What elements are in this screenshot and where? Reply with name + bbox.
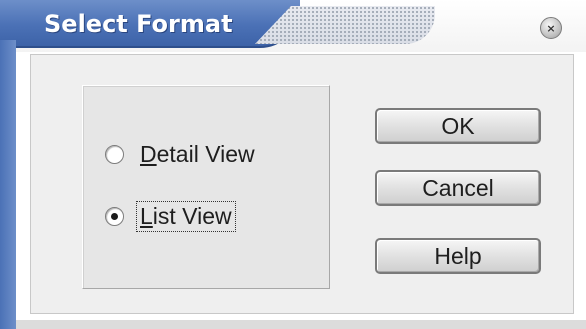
- window-title: Select Format: [44, 10, 233, 38]
- side-accent: [0, 40, 16, 329]
- detail-view-label[interactable]: Detail View: [138, 141, 257, 168]
- select-format-dialog: Select Format × Detail View List View OK…: [0, 0, 586, 329]
- list-view-label[interactable]: List View: [136, 200, 236, 232]
- title-bar[interactable]: Select Format ×: [0, 0, 586, 52]
- ok-button[interactable]: OK: [375, 108, 541, 144]
- list-view-radio[interactable]: List View: [105, 200, 236, 232]
- view-options-group: Detail View List View: [82, 85, 330, 289]
- radio-unchecked-icon[interactable]: [105, 144, 124, 164]
- radio-checked-icon[interactable]: [105, 206, 124, 226]
- cancel-button[interactable]: Cancel: [375, 170, 541, 206]
- close-icon[interactable]: ×: [540, 17, 562, 39]
- bottom-strip: [16, 320, 586, 329]
- detail-view-radio[interactable]: Detail View: [105, 138, 257, 170]
- help-button[interactable]: Help: [375, 238, 541, 274]
